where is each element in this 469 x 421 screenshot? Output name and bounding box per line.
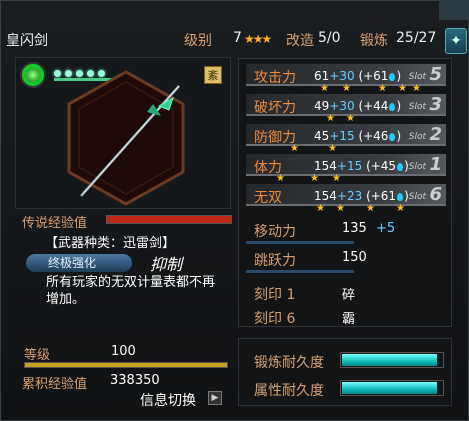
level-value-bottom: 100 (111, 344, 136, 359)
ultimate-enhance-pill: 终极强化 (26, 254, 132, 272)
durability-fill (342, 382, 437, 394)
seal-value: 碎 (342, 288, 356, 303)
stat-value: 45+15 (+46) (314, 129, 402, 143)
stat-row-defense: 防御力 45+15 (+46) Slot 2 ★ ★ (246, 124, 448, 154)
slot-number: 3 (429, 94, 442, 115)
info-switch-button[interactable]: ▶ (208, 391, 222, 405)
stat-value: 49+30 (+44) (314, 99, 402, 113)
refine-durability-label: 锻炼耐久度 (254, 355, 324, 371)
star-icons: ★★★ (244, 32, 272, 46)
slot-label: Slot (408, 162, 426, 172)
stat-row-musou: 无双 154+23 (+61) Slot 6 ★ ★ ★ ★ (246, 184, 448, 214)
stat-row-attack: 攻击力 61+30 (+61) Slot 5 ★ ★ ★ ★ ★ (246, 64, 448, 94)
level-label: 级别 (184, 33, 212, 49)
seal-label: 刻印 1 (254, 287, 296, 303)
header: 皇闪剑 级别 7 ★★★ 改造 5/0 锻炼 25/27 ✦ (0, 0, 469, 56)
legend-exp-bar (106, 215, 232, 224)
exp-value: 338350 (110, 373, 160, 388)
close-button[interactable]: ✦ (445, 28, 467, 54)
move-value: 135 (342, 221, 367, 236)
jump-value: 150 (342, 250, 367, 265)
suppress-skill: 抑制 (150, 255, 183, 274)
weapon-title: 皇闪剑 (6, 33, 48, 49)
jump-label: 跳跃力 (254, 253, 296, 269)
stat-name: 破坏力 (254, 100, 296, 116)
stat-row-vitality: 体力 154+15 (+45) Slot 1 ★ ★ ★ (246, 154, 448, 184)
refine-durability-bar (340, 352, 444, 368)
weapon-type: 【武器种类：迅雷剑】 (45, 236, 176, 251)
mod-label: 改造 (286, 33, 314, 49)
slot-label: Slot (408, 72, 426, 82)
refine-value: 25/27 (396, 30, 437, 46)
stat-value: 154+15 (+45) (314, 159, 409, 173)
stat-row-break: 破坏力 49+30 (+44) Slot 3 ★ ★ (246, 94, 448, 124)
attribute-durability-bar (340, 380, 444, 396)
slot-label: Slot (408, 102, 426, 112)
move-label: 移动力 (254, 224, 296, 240)
seal-value: 霸 (342, 312, 356, 327)
weapon-image-box: 紊 (15, 57, 231, 209)
seal-label: 刻印 6 (254, 311, 296, 327)
slot-number: 1 (429, 154, 442, 175)
mod-value: 5/0 (318, 30, 341, 46)
slot-number: 2 (429, 124, 442, 145)
slot-number: 5 (429, 64, 442, 85)
exp-label: 累积经验值 (22, 377, 88, 392)
weapon-hex-frame (67, 70, 185, 206)
attribute-durability-label: 属性耐久度 (254, 383, 324, 399)
element-orb-icon (20, 62, 46, 88)
level-value: 7 (233, 30, 242, 46)
badge-icon: 紊 (204, 66, 222, 84)
stat-name: 攻击力 (254, 70, 296, 86)
stat-value: 154+23 (+61) (314, 189, 409, 203)
stat-name: 无双 (254, 190, 282, 206)
skill-description: 所有玩家的无双计量表都不再增加。 (46, 275, 216, 307)
level-label-bottom: 等级 (24, 348, 51, 363)
level-bar (24, 362, 228, 368)
info-switch-label[interactable]: 信息切换 (140, 390, 196, 410)
refine-label: 锻炼 (360, 33, 388, 49)
slot-label: Slot (408, 132, 426, 142)
slot-label: Slot (408, 192, 426, 202)
durability-fill (342, 354, 437, 366)
slot-number: 6 (429, 184, 442, 205)
legend-exp-label: 传说经验值 (22, 216, 88, 231)
stat-value: 61+30 (+61) (314, 69, 402, 83)
move-bonus: +5 (376, 221, 396, 236)
